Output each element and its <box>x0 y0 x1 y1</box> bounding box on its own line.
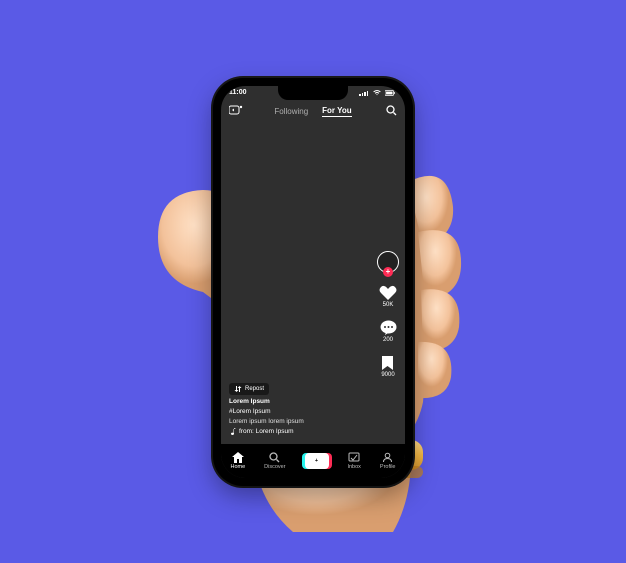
inbox-icon <box>348 452 360 463</box>
discover-icon <box>269 452 280 463</box>
caption-area: Repost Lorem Ipsum #Lorem Ipsum Lorem ip… <box>229 383 365 436</box>
comment-button[interactable]: 200 <box>380 320 397 343</box>
nav-home-label: Home <box>230 464 245 470</box>
battery-icon <box>385 90 395 96</box>
search-icon[interactable] <box>386 105 397 118</box>
nav-inbox-label: Inbox <box>347 464 360 470</box>
sound-label: from: Lorem Ipsum <box>239 428 294 435</box>
nav-inbox[interactable]: Inbox <box>347 452 360 470</box>
bottom-nav: Home Discover + Inbox Profile <box>221 444 405 478</box>
phone-screen: 11:00 Following For You + 50K <box>221 86 405 478</box>
repost-chip[interactable]: Repost <box>229 383 269 395</box>
caption-desc: Lorem ipsum lorem ipsum <box>229 418 365 425</box>
heart-icon <box>379 285 397 301</box>
like-count: 50K <box>383 302 394 308</box>
home-icon <box>232 452 244 463</box>
signal-icon <box>359 90 369 96</box>
bookmark-icon <box>381 355 394 371</box>
action-rail: + 50K 200 9000 <box>377 251 399 378</box>
live-icon[interactable] <box>229 105 243 117</box>
status-indicators <box>359 90 395 96</box>
nav-profile[interactable]: Profile <box>380 452 396 470</box>
caption-hashtag[interactable]: #Lorem Ipsum <box>229 408 365 415</box>
music-note-icon <box>229 428 236 436</box>
comment-icon <box>380 320 397 336</box>
wifi-icon <box>372 90 382 96</box>
save-count: 9000 <box>381 372 394 378</box>
sound-row[interactable]: from: Lorem Ipsum <box>229 428 365 436</box>
nav-create[interactable]: + <box>305 453 329 469</box>
creator-avatar[interactable]: + <box>377 251 399 273</box>
save-button[interactable]: 9000 <box>381 355 394 378</box>
caption-username[interactable]: Lorem Ipsum <box>229 398 365 405</box>
nav-discover-label: Discover <box>264 464 285 470</box>
status-time: 11:00 <box>229 89 247 96</box>
comment-count: 200 <box>383 337 393 343</box>
top-nav: Following For You <box>221 106 405 117</box>
notch <box>278 86 348 100</box>
nav-discover[interactable]: Discover <box>264 452 285 470</box>
nav-profile-label: Profile <box>380 464 396 470</box>
nav-home[interactable]: Home <box>230 452 245 470</box>
profile-icon <box>382 452 393 463</box>
follow-plus-icon[interactable]: + <box>383 267 393 277</box>
tab-following[interactable]: Following <box>274 107 308 116</box>
repost-label: Repost <box>245 386 264 392</box>
tab-for-you[interactable]: For You <box>322 106 351 117</box>
phone-frame: 11:00 Following For You + 50K <box>213 78 413 486</box>
repost-icon <box>234 385 242 393</box>
like-button[interactable]: 50K <box>379 285 397 308</box>
